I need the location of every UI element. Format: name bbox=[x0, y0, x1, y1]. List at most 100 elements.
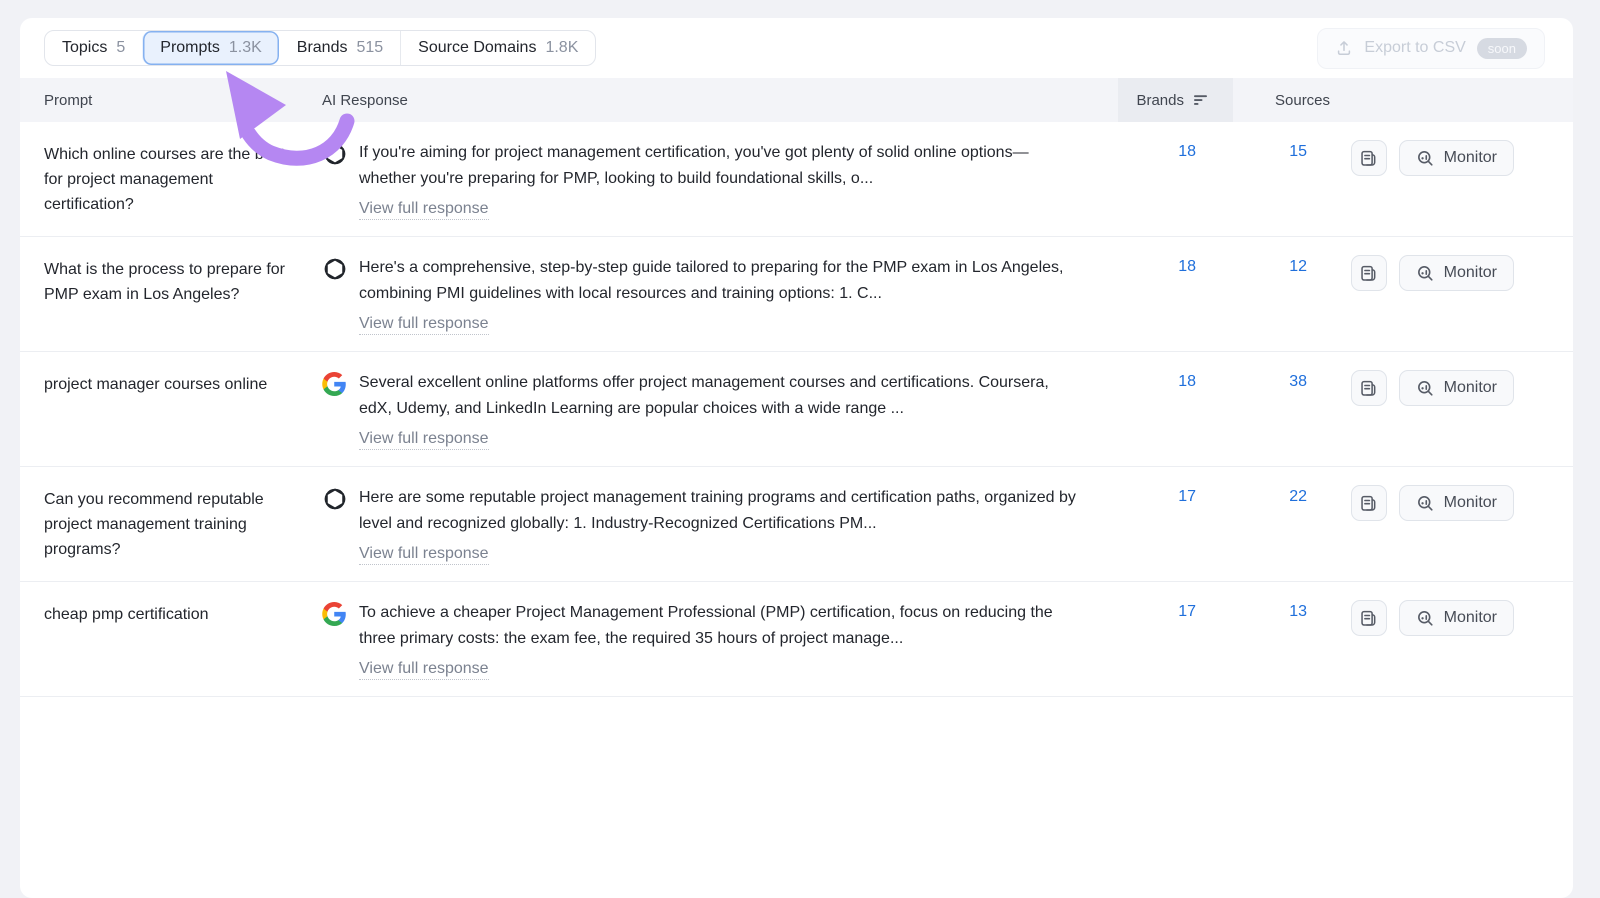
document-lines-icon bbox=[1359, 609, 1378, 628]
response-block: If you're aiming for project management … bbox=[359, 140, 1076, 220]
monitor-button[interactable]: Monitor bbox=[1399, 255, 1514, 291]
openai-icon bbox=[322, 486, 348, 512]
view-full-response-link[interactable]: View full response bbox=[359, 200, 489, 220]
prompts-panel: Topics 5 Prompts 1.3K Brands 515 Source … bbox=[20, 18, 1573, 898]
brands-count-link[interactable]: 18 bbox=[1118, 140, 1233, 161]
response-text: Several excellent online platforms offer… bbox=[359, 374, 1049, 417]
column-header-prompt: Prompt bbox=[44, 78, 322, 122]
column-header-brands[interactable]: Brands bbox=[1118, 78, 1233, 122]
tab-count: 515 bbox=[356, 39, 383, 57]
table-row: cheap pmp certification bbox=[20, 582, 1573, 697]
tab-topics[interactable]: Topics 5 bbox=[45, 31, 142, 65]
tab-label: Prompts bbox=[160, 39, 220, 57]
brands-count-link[interactable]: 17 bbox=[1118, 600, 1233, 621]
response-text: Here are some reputable project manageme… bbox=[359, 489, 1076, 532]
row-actions: Monitor bbox=[1345, 140, 1545, 176]
ai-response-cell: Here are some reputable project manageme… bbox=[322, 485, 1118, 565]
tab-count: 1.3K bbox=[229, 39, 262, 57]
copy-response-button[interactable] bbox=[1351, 140, 1387, 176]
tab-label: Source Domains bbox=[418, 39, 536, 57]
monitor-label: Monitor bbox=[1444, 609, 1497, 627]
copy-response-button[interactable] bbox=[1351, 255, 1387, 291]
table-header: Prompt AI Response Brands Sources bbox=[20, 78, 1573, 122]
document-lines-icon bbox=[1359, 494, 1378, 513]
ai-response-cell: If you're aiming for project management … bbox=[322, 140, 1118, 220]
column-header-sources: Sources bbox=[1233, 78, 1345, 122]
monitor-magnifier-icon bbox=[1416, 379, 1435, 398]
monitor-label: Monitor bbox=[1444, 149, 1497, 167]
document-lines-icon bbox=[1359, 264, 1378, 283]
sources-count-link[interactable]: 15 bbox=[1233, 140, 1345, 161]
row-actions: Monitor bbox=[1345, 370, 1545, 406]
column-header-ai-response: AI Response bbox=[322, 78, 1118, 122]
tab-group: Topics 5 Prompts 1.3K Brands 515 Source … bbox=[44, 30, 596, 66]
table-row: Which online courses are the best for pr… bbox=[20, 122, 1573, 237]
google-icon bbox=[322, 601, 348, 627]
tab-count: 5 bbox=[116, 39, 125, 57]
sources-count-link[interactable]: 22 bbox=[1233, 485, 1345, 506]
tab-count: 1.8K bbox=[545, 39, 578, 57]
response-text: If you're aiming for project management … bbox=[359, 144, 1029, 187]
brands-count-link[interactable]: 17 bbox=[1118, 485, 1233, 506]
copy-response-button[interactable] bbox=[1351, 370, 1387, 406]
prompt-text: Can you recommend reputable project mana… bbox=[44, 485, 322, 562]
prompt-text: What is the process to prepare for PMP e… bbox=[44, 255, 322, 307]
row-actions: Monitor bbox=[1345, 255, 1545, 291]
tab-label: Topics bbox=[62, 39, 107, 57]
monitor-magnifier-icon bbox=[1416, 609, 1435, 628]
tab-brands[interactable]: Brands 515 bbox=[279, 31, 400, 65]
response-text: To achieve a cheaper Project Management … bbox=[359, 604, 1053, 647]
brands-header-label: Brands bbox=[1136, 92, 1184, 109]
soon-badge: soon bbox=[1477, 38, 1527, 59]
table-row: What is the process to prepare for PMP e… bbox=[20, 237, 1573, 352]
monitor-button[interactable]: Monitor bbox=[1399, 485, 1514, 521]
document-lines-icon bbox=[1359, 149, 1378, 168]
brands-count-link[interactable]: 18 bbox=[1118, 255, 1233, 276]
export-to-csv-button[interactable]: Export to CSV soon bbox=[1317, 28, 1545, 69]
tab-label: Brands bbox=[297, 39, 348, 57]
top-bar: Topics 5 Prompts 1.3K Brands 515 Source … bbox=[20, 18, 1573, 78]
response-block: Here are some reputable project manageme… bbox=[359, 485, 1076, 565]
response-block: To achieve a cheaper Project Management … bbox=[359, 600, 1076, 680]
tab-prompts[interactable]: Prompts 1.3K bbox=[142, 31, 279, 65]
tab-source-domains[interactable]: Source Domains 1.8K bbox=[400, 31, 595, 65]
monitor-label: Monitor bbox=[1444, 494, 1497, 512]
response-block: Here's a comprehensive, step-by-step gui… bbox=[359, 255, 1076, 335]
table-row: project manager courses online bbox=[20, 352, 1573, 467]
monitor-label: Monitor bbox=[1444, 264, 1497, 282]
response-block: Several excellent online platforms offer… bbox=[359, 370, 1076, 450]
row-actions: Monitor bbox=[1345, 600, 1545, 636]
monitor-label: Monitor bbox=[1444, 379, 1497, 397]
view-full-response-link[interactable]: View full response bbox=[359, 430, 489, 450]
monitor-button[interactable]: Monitor bbox=[1399, 600, 1514, 636]
copy-response-button[interactable] bbox=[1351, 600, 1387, 636]
sources-count-link[interactable]: 38 bbox=[1233, 370, 1345, 391]
ai-response-cell: Here's a comprehensive, step-by-step gui… bbox=[322, 255, 1118, 335]
table-row: Can you recommend reputable project mana… bbox=[20, 467, 1573, 582]
copy-response-button[interactable] bbox=[1351, 485, 1387, 521]
view-full-response-link[interactable]: View full response bbox=[359, 545, 489, 565]
monitor-magnifier-icon bbox=[1416, 264, 1435, 283]
upload-icon bbox=[1335, 39, 1353, 57]
table-body: Which online courses are the best for pr… bbox=[20, 122, 1573, 697]
ai-response-cell: Several excellent online platforms offer… bbox=[322, 370, 1118, 450]
view-full-response-link[interactable]: View full response bbox=[359, 315, 489, 335]
openai-icon bbox=[322, 141, 348, 167]
sort-descending-icon bbox=[1193, 92, 1209, 108]
sources-count-link[interactable]: 12 bbox=[1233, 255, 1345, 276]
document-lines-icon bbox=[1359, 379, 1378, 398]
column-header-actions bbox=[1345, 78, 1545, 122]
export-label: Export to CSV bbox=[1364, 39, 1465, 57]
ai-response-cell: To achieve a cheaper Project Management … bbox=[322, 600, 1118, 680]
row-actions: Monitor bbox=[1345, 485, 1545, 521]
prompt-text: cheap pmp certification bbox=[44, 600, 322, 627]
monitor-magnifier-icon bbox=[1416, 149, 1435, 168]
monitor-button[interactable]: Monitor bbox=[1399, 140, 1514, 176]
view-full-response-link[interactable]: View full response bbox=[359, 660, 489, 680]
monitor-button[interactable]: Monitor bbox=[1399, 370, 1514, 406]
sources-count-link[interactable]: 13 bbox=[1233, 600, 1345, 621]
response-text: Here's a comprehensive, step-by-step gui… bbox=[359, 259, 1063, 302]
brands-count-link[interactable]: 18 bbox=[1118, 370, 1233, 391]
google-icon bbox=[322, 371, 348, 397]
monitor-magnifier-icon bbox=[1416, 494, 1435, 513]
